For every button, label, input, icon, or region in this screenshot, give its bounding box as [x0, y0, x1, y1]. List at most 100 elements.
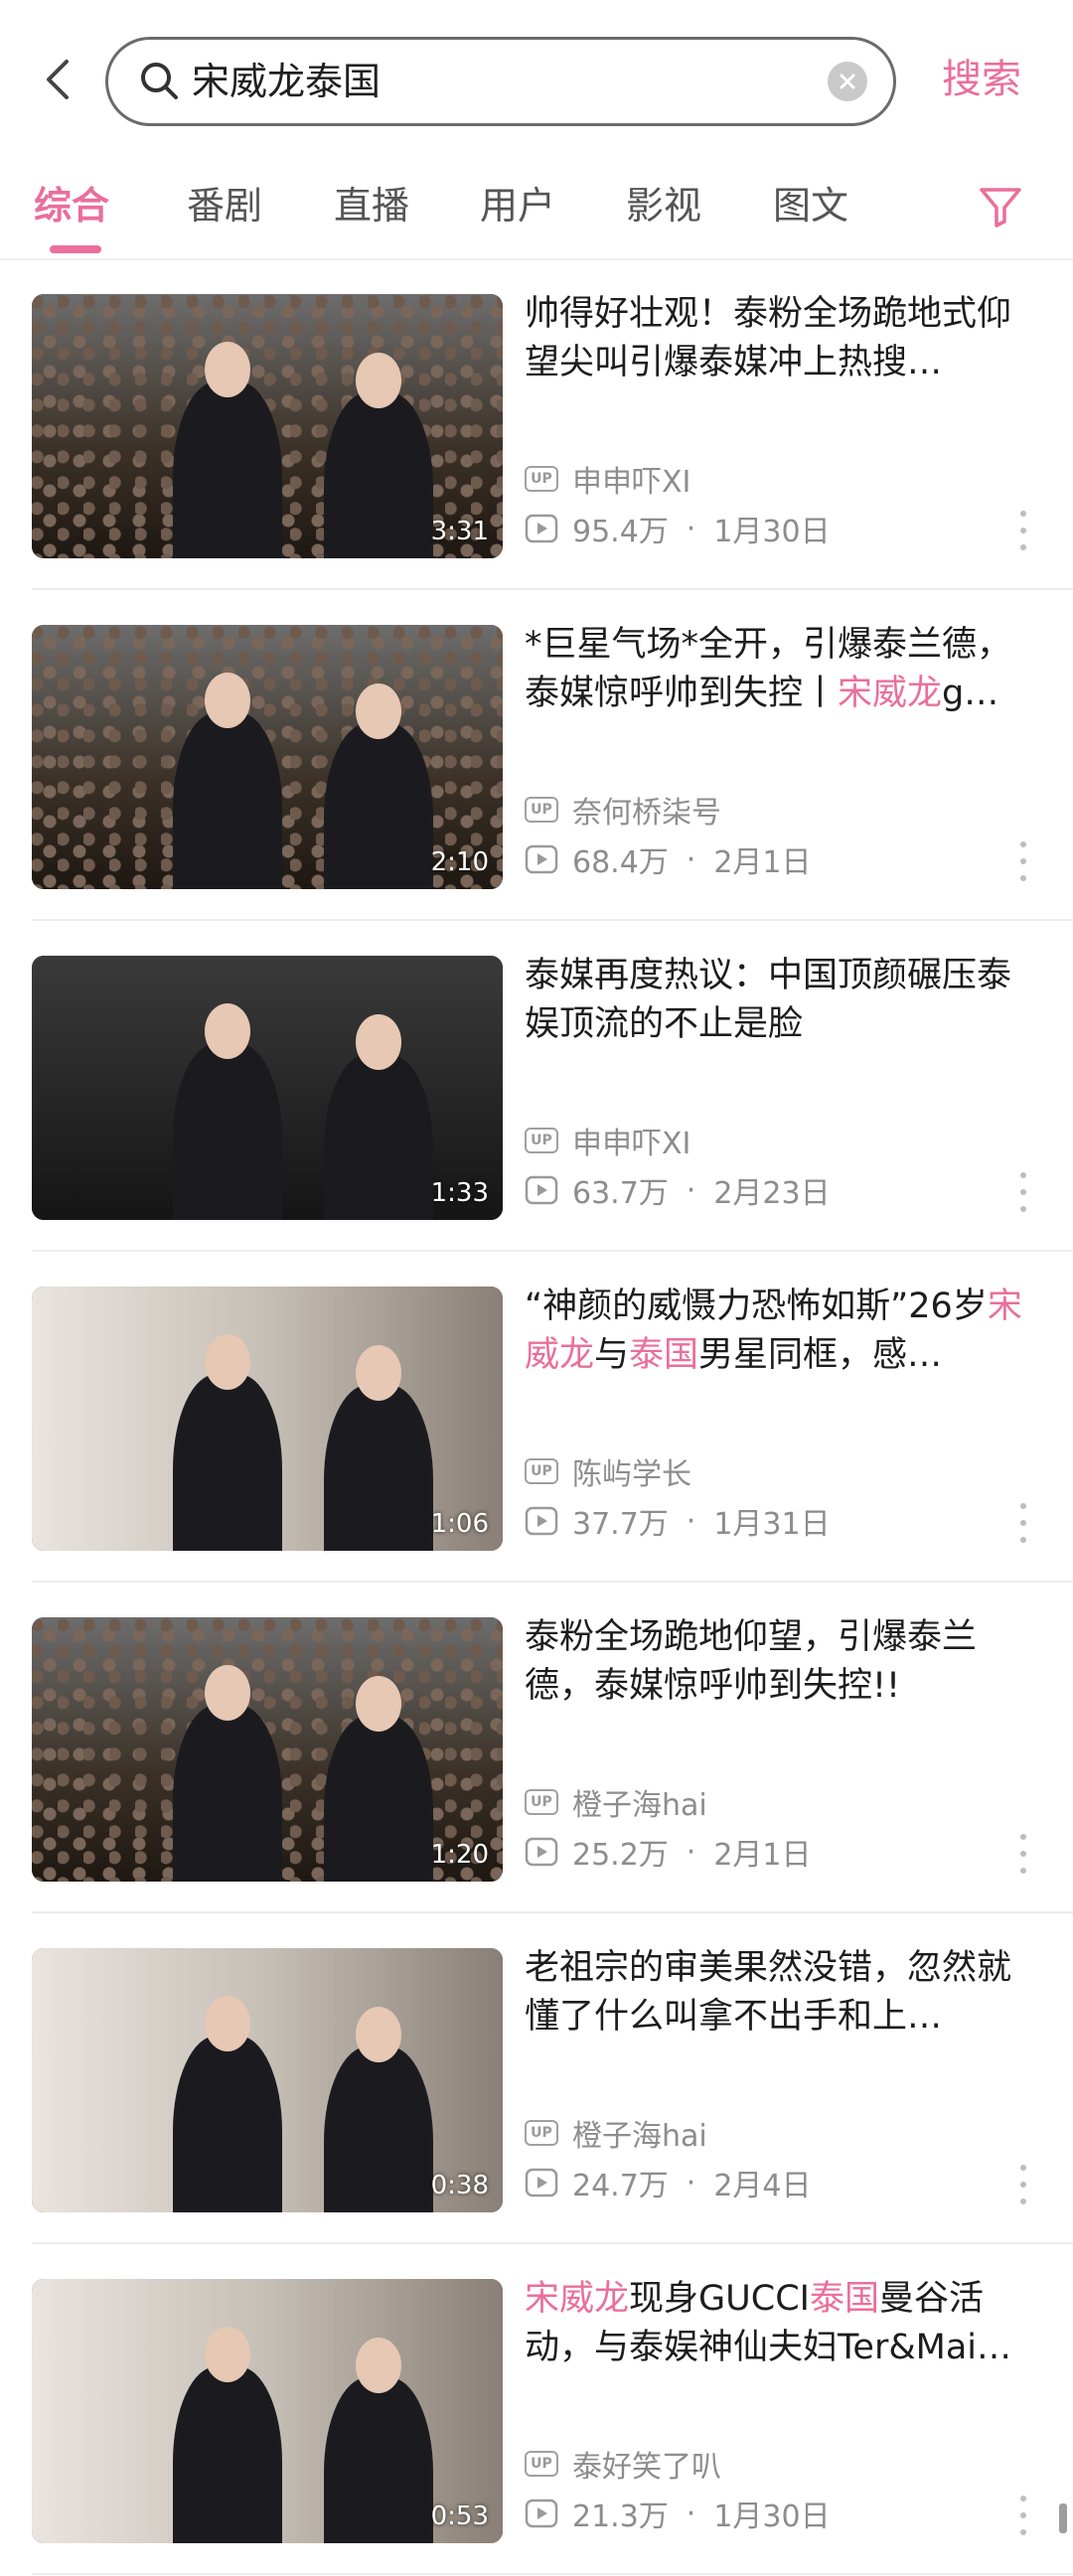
more-dot	[1020, 1537, 1026, 1543]
scrollbar[interactable]	[1059, 2503, 1067, 2533]
search-button[interactable]: 搜索	[942, 50, 1021, 109]
more-dot	[1020, 1520, 1026, 1526]
divider	[32, 2242, 1073, 2244]
thumbnail-face	[355, 1013, 401, 1070]
video-stats: 24.7万 · 2月4日	[525, 2163, 812, 2203]
view-count: 63.7万	[572, 1176, 669, 1211]
view-count: 24.7万	[572, 2169, 669, 2203]
video-stats: 95.4万 · 1月30日	[525, 509, 831, 549]
tab-users[interactable]: 用户	[480, 176, 555, 235]
filter-icon[interactable]	[976, 182, 1025, 231]
uploader-row[interactable]: UP 陈屿学长	[525, 1451, 691, 1492]
uploader-name: 泰好笑了叭	[572, 2450, 721, 2485]
tab-articles[interactable]: 图文	[773, 176, 848, 235]
tab-live[interactable]: 直播	[334, 176, 409, 235]
video-stats: 25.2万 · 2月1日	[525, 1832, 812, 1873]
video-result-item[interactable]: 2:10 *巨星气场*全开，引爆泰兰德，泰媒惊呼帅到失控丨宋威龙g… UP 奈何桥柒号…	[0, 591, 1073, 921]
thumbnail-figure	[323, 2376, 433, 2543]
video-duration: 0:53	[430, 2501, 489, 2531]
video-thumbnail[interactable]: 0:53	[32, 2279, 503, 2543]
divider	[32, 1911, 1073, 1913]
more-dot	[1020, 2529, 1026, 2535]
tab-bangumi[interactable]: 番剧	[187, 176, 262, 235]
video-result-item[interactable]: 3:31 帅得好壮观！泰粉全场跪地式仰望尖叫引爆泰媒冲上热搜… UP 申申吓XI 95.…	[0, 260, 1073, 590]
separator-dot: ·	[686, 1834, 696, 1870]
video-title[interactable]: 泰媒再度热议：中国顶颜碾压泰娱顶流的不止是脸	[525, 952, 1031, 1049]
uploader-name: 奈何桥柒号	[572, 796, 721, 831]
video-result-item[interactable]: 0:38 老祖宗的审美果然没错，忽然就懂了什么叫拿不出手和上… UP 橙子海hai 24…	[0, 1914, 1073, 2244]
uploader-row[interactable]: UP 奈何桥柒号	[525, 790, 721, 831]
video-stats: 37.7万 · 1月31日	[525, 1501, 831, 1542]
video-result-item[interactable]: 0:53 宋威龙现身GUCCI泰国曼谷活动，与泰娱神仙夫妇Ter&Mai… UP 泰好…	[0, 2245, 1073, 2575]
uploader-row[interactable]: UP 申申吓XI	[525, 459, 690, 500]
video-result-item[interactable]: 1:20 泰粉全场跪地仰望，引爆泰兰德，泰媒惊呼帅到失控!! UP 橙子海hai 25.…	[0, 1584, 1073, 1913]
more-options-button[interactable]	[1015, 2165, 1031, 2204]
tab-all[interactable]: 综合	[34, 176, 109, 235]
more-options-button[interactable]	[1015, 1834, 1031, 1874]
search-header: 宋威龙泰国 搜索	[0, 0, 1073, 164]
more-options-button[interactable]	[1015, 511, 1031, 550]
thumbnail-figure	[173, 1704, 283, 1882]
separator-dot: ·	[686, 2165, 696, 2200]
clear-search-button[interactable]	[828, 62, 867, 101]
tab-film[interactable]: 影视	[626, 176, 701, 235]
play-count-icon	[525, 2168, 558, 2197]
more-options-button[interactable]	[1015, 1503, 1031, 1543]
video-title[interactable]: 泰粉全场跪地仰望，引爆泰兰德，泰媒惊呼帅到失控!!	[525, 1613, 1031, 1711]
more-options-button[interactable]	[1015, 841, 1031, 881]
thumbnail-figure	[323, 2046, 433, 2212]
thumbnail-face	[355, 1344, 401, 1401]
video-title[interactable]: 老祖宗的审美果然没错，忽然就懂了什么叫拿不出手和上…	[525, 1944, 1031, 2042]
thumbnail-figure	[323, 1053, 433, 1220]
video-result-item[interactable]: 1:33 泰媒再度热议：中国顶颜碾压泰娱顶流的不止是脸 UP 申申吓XI 63.7万 · 2…	[0, 922, 1073, 1252]
thumbnail-face	[355, 1675, 401, 1732]
video-thumbnail[interactable]: 2:10	[32, 625, 503, 889]
thumbnail-face	[205, 1664, 251, 1721]
uploader-row[interactable]: UP 申申吓XI	[525, 1121, 690, 1161]
view-count: 68.4万	[572, 845, 669, 880]
title-text: 帅得好壮观！泰粉全场跪地式仰望尖叫引爆泰媒冲上热搜…	[525, 294, 1012, 382]
video-title[interactable]: 宋威龙现身GUCCI泰国曼谷活动，与泰娱神仙夫妇Ter&Mai…	[525, 2275, 1031, 2372]
video-title[interactable]: *巨星气场*全开，引爆泰兰德，泰媒惊呼帅到失控丨宋威龙g…	[525, 621, 1031, 718]
uploader-name: 陈屿学长	[572, 1457, 691, 1492]
more-dot	[1020, 528, 1026, 533]
publish-date: 2月23日	[713, 1176, 831, 1211]
more-options-button[interactable]	[1015, 1172, 1031, 1212]
uploader-name: 橙子海hai	[572, 2119, 707, 2154]
thumbnail-face	[205, 1333, 251, 1390]
video-title[interactable]: 帅得好壮观！泰粉全场跪地式仰望尖叫引爆泰媒冲上热搜…	[525, 290, 1031, 387]
separator-dot: ·	[686, 841, 696, 877]
video-thumbnail[interactable]: 0:38	[32, 1948, 503, 2212]
play-count-icon	[525, 1506, 558, 1536]
view-count: 95.4万	[572, 515, 669, 549]
more-dot	[1020, 2182, 1026, 2188]
more-dot	[1020, 511, 1026, 517]
uploader-row[interactable]: UP 橙子海hai	[525, 1782, 707, 1823]
uploader-name: 橙子海hai	[572, 1788, 707, 1823]
title-text: 现身GUCCI	[629, 2279, 810, 2319]
video-duration: 3:31	[430, 517, 489, 546]
more-options-button[interactable]	[1015, 2496, 1031, 2535]
separator-dot: ·	[686, 511, 696, 546]
up-badge-icon: UP	[525, 2120, 558, 2146]
title-text: 泰粉全场跪地仰望，引爆泰兰德，泰媒惊呼帅到失控!!	[525, 1617, 978, 1706]
search-input[interactable]: 宋威龙泰国	[105, 37, 896, 126]
search-query-text: 宋威龙泰国	[192, 60, 382, 103]
up-badge-icon: UP	[525, 1789, 558, 1815]
video-thumbnail[interactable]: 3:31	[32, 294, 503, 558]
uploader-row[interactable]: UP 橙子海hai	[525, 2113, 707, 2154]
search-results-page: 宋威龙泰国 搜索 综合 番剧 直播 用户 影视 图文 3:31 帅得好壮观！泰粉全…	[0, 0, 1073, 2576]
title-text: 与	[594, 1335, 630, 1375]
more-dot	[1020, 1868, 1026, 1874]
video-result-item[interactable]: 1:06 “神颜的威慑力恐怖如斯”26岁宋威龙与泰国男星同框，感… UP 陈屿学长 37…	[0, 1253, 1073, 1583]
back-button[interactable]	[30, 52, 85, 107]
separator-dot: ·	[686, 1172, 696, 1208]
video-thumbnail[interactable]: 1:06	[32, 1287, 503, 1551]
video-thumbnail[interactable]: 1:20	[32, 1617, 503, 1882]
video-thumbnail[interactable]: 1:33	[32, 956, 503, 1220]
up-badge-icon: UP	[525, 1128, 558, 1153]
uploader-row[interactable]: UP 泰好笑了叭	[525, 2444, 721, 2485]
thumbnail-face	[205, 1002, 251, 1059]
video-title[interactable]: “神颜的威慑力恐怖如斯”26岁宋威龙与泰国男星同框，感…	[525, 1283, 1031, 1380]
thumbnail-face	[205, 341, 251, 397]
